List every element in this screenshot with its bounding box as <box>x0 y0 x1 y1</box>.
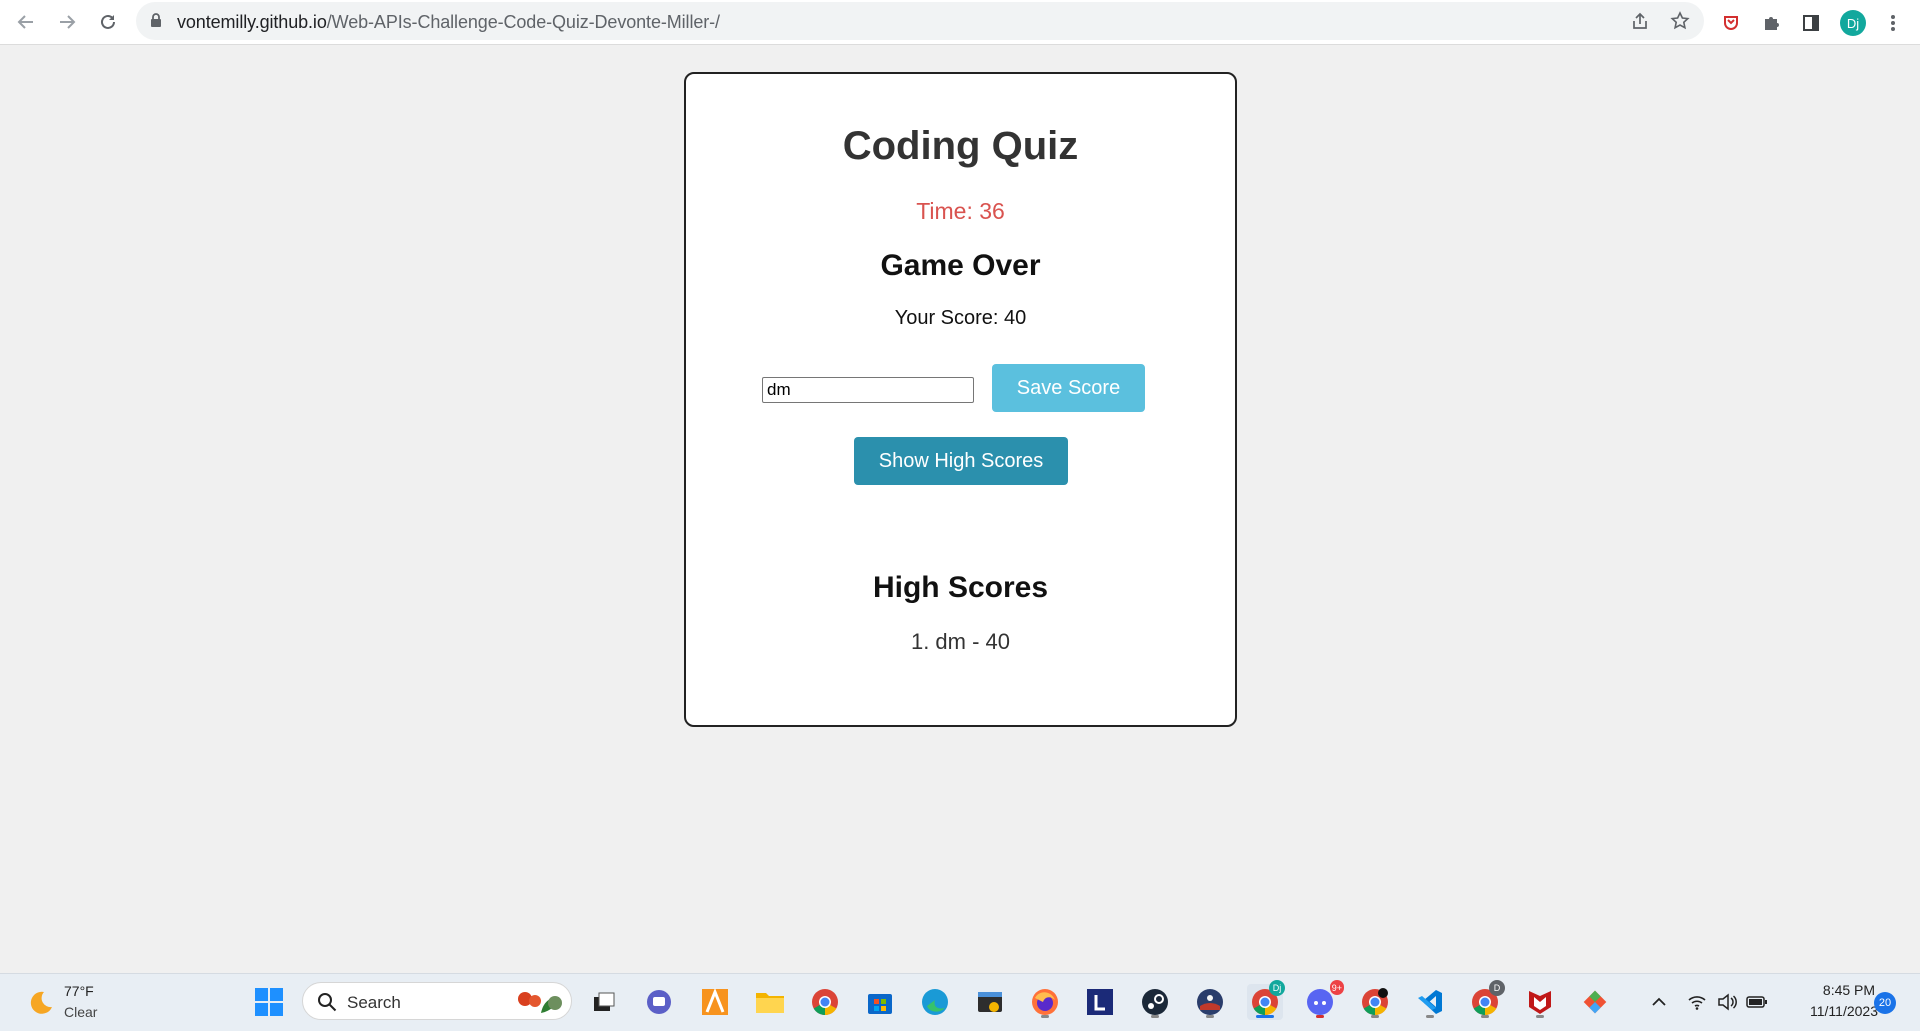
file-explorer-icon[interactable] <box>752 984 788 1020</box>
bookmark-star-icon[interactable] <box>1668 9 1692 33</box>
running-indicator <box>1371 1015 1379 1018</box>
teams-chat-icon[interactable] <box>641 984 677 1020</box>
battery-icon[interactable] <box>1746 991 1768 1013</box>
show-high-scores-button[interactable]: Show High Scores <box>854 437 1068 485</box>
save-score-button[interactable]: Save Score <box>992 364 1145 412</box>
terminal-icon[interactable] <box>972 984 1008 1020</box>
l-app-icon[interactable] <box>1082 984 1118 1020</box>
address-bar[interactable]: vontemilly.github.io/Web-APIs-Challenge-… <box>136 2 1704 40</box>
chrome-d-icon[interactable]: D <box>1467 980 1505 1020</box>
forward-arrow-icon[interactable] <box>51 6 83 38</box>
task-view-icon[interactable] <box>586 984 622 1020</box>
steam-icon[interactable] <box>1137 984 1173 1020</box>
running-indicator <box>1481 1015 1489 1018</box>
game-app-icon[interactable] <box>1192 984 1228 1020</box>
ms-store-icon[interactable] <box>862 984 898 1020</box>
chrome-icon[interactable] <box>807 984 843 1020</box>
vscode-icon[interactable] <box>1412 984 1448 1020</box>
chrome-profile-icon[interactable]: Dj <box>1247 980 1285 1020</box>
high-score-item: 1. dm - 40 <box>910 629 1011 654</box>
reload-icon[interactable] <box>92 6 124 38</box>
lock-icon[interactable] <box>150 13 162 33</box>
taskbar: 77°F Clear Search Dj 9+ D 8:45 PM 11/11/… <box>0 973 1920 1031</box>
weather-temperature: 77°F <box>64 983 94 999</box>
start-icon[interactable] <box>251 984 287 1020</box>
running-indicator <box>1536 1015 1544 1018</box>
back-arrow-icon[interactable] <box>10 6 42 38</box>
running-indicator <box>1426 1015 1434 1018</box>
app-orange-icon[interactable] <box>697 984 733 1020</box>
moon-icon <box>24 988 54 1023</box>
search-label: Search <box>347 993 401 1012</box>
attention-indicator <box>1316 1015 1324 1018</box>
discord-unread-badge: 9+ <box>1329 980 1344 995</box>
share-icon[interactable] <box>1628 9 1652 33</box>
running-indicator <box>1041 1015 1049 1018</box>
git-icon[interactable] <box>1577 984 1613 1020</box>
browser-toolbar: vontemilly.github.io/Web-APIs-Challenge-… <box>0 0 1920 45</box>
high-scores-heading: High Scores <box>872 571 1049 604</box>
wifi-icon[interactable] <box>1686 991 1708 1013</box>
quiz-title: Coding Quiz <box>842 124 1079 168</box>
search-highlight-icon <box>511 989 567 1020</box>
high-scores-list: 1. dm - 40 <box>686 629 1235 655</box>
puzzle-icon[interactable] <box>1756 8 1786 38</box>
side-panel-icon[interactable] <box>1796 8 1826 38</box>
edge-icon[interactable] <box>917 984 953 1020</box>
firefox-icon[interactable] <box>1027 984 1063 1020</box>
notification-badge[interactable]: 20 <box>1874 992 1896 1014</box>
taskbar-search[interactable]: Search <box>302 982 572 1020</box>
weather-condition: Clear <box>64 1004 98 1020</box>
running-indicator <box>1151 1015 1159 1018</box>
kebab-menu-icon[interactable] <box>1878 8 1908 38</box>
discord-icon[interactable]: 9+ <box>1302 980 1344 1020</box>
running-indicator <box>1206 1015 1214 1018</box>
active-indicator <box>1256 1015 1274 1018</box>
chrome-profile-badge: Dj <box>1269 980 1285 996</box>
extension-shield-icon[interactable] <box>1716 8 1746 38</box>
volume-icon[interactable] <box>1716 991 1738 1013</box>
profile-avatar[interactable]: Dj <box>1838 8 1868 38</box>
initials-input[interactable] <box>762 377 974 403</box>
final-score: Your Score: 40 <box>894 307 1027 329</box>
search-icon <box>317 992 337 1017</box>
chevron-up-icon[interactable] <box>1648 991 1670 1013</box>
timer-text: Time: 36 <box>916 198 1005 224</box>
game-over-heading: Game Over <box>880 249 1041 282</box>
chrome-d-badge: D <box>1489 980 1505 996</box>
quiz-card: Coding Quiz Time: 36 Game Over Your Scor… <box>684 72 1237 727</box>
chrome-alt-icon[interactable] <box>1357 984 1393 1020</box>
url-text: vontemilly.github.io/Web-APIs-Challenge-… <box>177 12 720 32</box>
mcafee-icon[interactable] <box>1522 984 1558 1020</box>
